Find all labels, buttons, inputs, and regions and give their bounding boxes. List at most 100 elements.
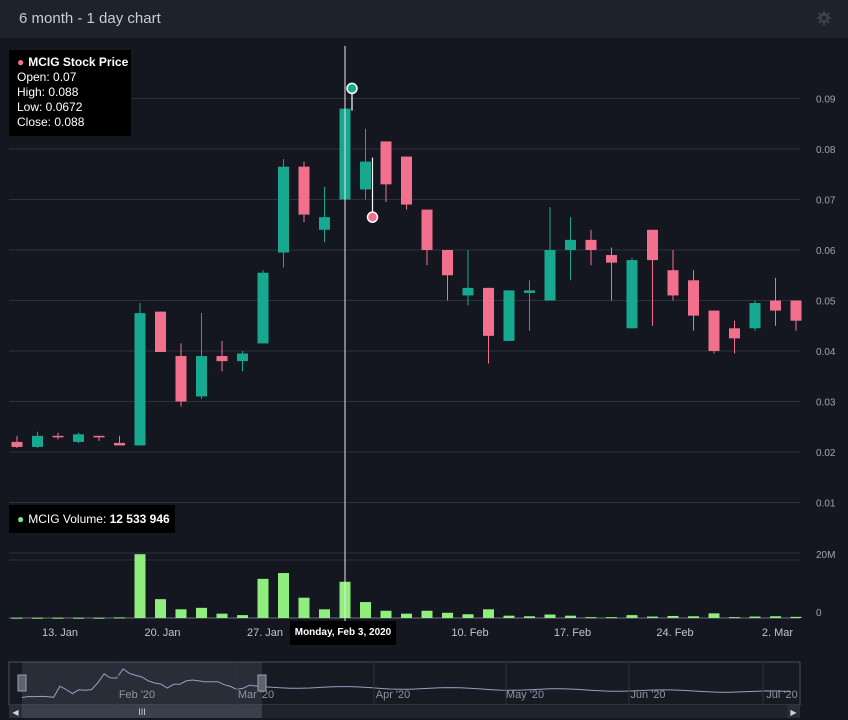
- volume-bar: [298, 597, 310, 618]
- y-tick-label: 0.09: [816, 95, 836, 106]
- navigator[interactable]: Feb '20 Mar '20 Apr '20 May '20 Jun '20 Jul '…: [0, 656, 848, 720]
- candle-body: [565, 239, 576, 250]
- volume-bar: [606, 617, 617, 619]
- candle-body: [688, 280, 699, 316]
- volume-bar: [52, 617, 64, 619]
- price-axis: 0.09 0.08 0.07 0.06 0.05 0.04 0.03 0.02 0.01: [816, 95, 836, 510]
- candle-body: [134, 313, 146, 446]
- candle-body: [114, 442, 125, 446]
- navigator-left-handle[interactable]: [17, 674, 27, 692]
- volume-bar: [565, 615, 576, 618]
- volume-bar: [32, 617, 43, 619]
- volume-bar: [524, 616, 535, 618]
- volume-bar: [421, 610, 433, 618]
- chevron-left-icon: ◀: [12, 708, 19, 717]
- volume-bar: [749, 616, 761, 618]
- volume-bar: [626, 615, 638, 618]
- series-marker-icon: ●: [17, 55, 25, 69]
- candle-body: [298, 166, 310, 215]
- volume-bar: [770, 616, 781, 618]
- navigator-tick-label: Jun '20: [630, 689, 665, 701]
- volume-bar: [175, 609, 187, 618]
- candle-body: [155, 311, 166, 353]
- volume-bar: [155, 599, 166, 618]
- candle-body: [442, 250, 453, 276]
- candle-body: [401, 156, 412, 205]
- candle-body: [175, 356, 187, 402]
- navigator-tick-label: Mar '20: [238, 689, 274, 701]
- volume-bar: [585, 617, 597, 619]
- volume-bar: [216, 613, 228, 618]
- candle-body: [278, 166, 289, 253]
- volume-bar: [380, 610, 392, 618]
- scrollbar-grip-icon: III: [138, 707, 146, 717]
- navigator-tick-label: Jul '20: [766, 689, 797, 701]
- low-value: Low: 0.0672: [17, 100, 83, 114]
- high-marker: [346, 82, 358, 95]
- volume-bar: [544, 614, 556, 618]
- candle-body: [462, 287, 474, 296]
- volume-bar: [257, 578, 269, 618]
- candle-body: [729, 328, 740, 339]
- volume-bar: [134, 554, 146, 618]
- candle-body: [667, 270, 679, 296]
- candle-body: [11, 441, 23, 447]
- candle-body: [32, 435, 43, 447]
- volume-gridlines: [9, 559, 800, 619]
- candle-body: [73, 434, 84, 442]
- open-value: Open: 0.07: [17, 70, 77, 84]
- crosshair-date-label: Monday, Feb 3, 2020: [290, 621, 396, 645]
- volume-bar: [73, 617, 84, 619]
- chevron-right-icon: ▶: [790, 708, 797, 717]
- volume-bar: [93, 617, 105, 619]
- x-tick-label: 10. Feb: [451, 627, 488, 639]
- volume-bar: [667, 615, 679, 618]
- candle-body: [770, 300, 781, 311]
- candle-body: [524, 290, 535, 293]
- low-marker: [366, 211, 379, 223]
- volume-bar: [462, 614, 474, 618]
- x-tick-label: 24. Feb: [656, 627, 693, 639]
- volume-axis: 20M 0: [816, 550, 835, 619]
- volume-bar: [11, 617, 23, 619]
- volume-bar: [114, 617, 125, 619]
- candle-body: [380, 141, 392, 185]
- candle-body: [216, 356, 228, 362]
- volume-tooltip-value: 12 533 946: [109, 512, 170, 526]
- y-tick-label: 0.06: [816, 246, 836, 257]
- volume-bar: [442, 612, 453, 618]
- volume-bar: [688, 616, 699, 618]
- candle-body: [93, 435, 105, 438]
- price-tooltip: ● MCIG Stock Price Open: 0.07 High: 0.088…: [9, 50, 131, 136]
- volume-bar: [790, 616, 802, 618]
- volume-bar: [401, 613, 412, 618]
- price-tooltip-title: MCIG Stock Price: [28, 55, 129, 69]
- candle-body: [237, 353, 248, 362]
- navigator-tick-label: May '20: [506, 689, 544, 701]
- close-value: Close: 0.088: [17, 115, 85, 129]
- candle-body: [421, 209, 433, 250]
- series-marker-icon: ●: [17, 512, 25, 526]
- y-tick-label: 0.08: [816, 145, 836, 156]
- x-tick-label: 13. Jan: [42, 627, 78, 639]
- x-axis: 13. Jan 20. Jan 27. Jan 10. Feb 17. Feb 24. F…: [42, 627, 793, 639]
- candle-body: [626, 260, 638, 329]
- volume-tooltip: ● MCIG Volume: 12 533 946: [9, 505, 175, 533]
- high-value: High: 0.088: [17, 85, 79, 99]
- volume-tooltip-label: MCIG Volume:: [28, 512, 110, 526]
- volume-bar: [237, 615, 248, 618]
- candle-body: [647, 229, 658, 261]
- volume-tick-label: 0: [816, 608, 822, 619]
- y-tick-label: 0.07: [816, 196, 836, 207]
- candle-body: [257, 272, 269, 344]
- y-tick-label: 0.04: [816, 347, 836, 358]
- volume-bar: [360, 602, 371, 618]
- y-tick-label: 0.01: [816, 499, 836, 510]
- volume-bar: [503, 615, 515, 618]
- x-tick-label: 27. Jan: [247, 627, 283, 639]
- candle-body: [790, 300, 802, 321]
- candle-body: [503, 290, 515, 341]
- volume-bar: [196, 607, 207, 618]
- navigator-right-handle[interactable]: [257, 674, 267, 692]
- candle-body: [483, 287, 494, 336]
